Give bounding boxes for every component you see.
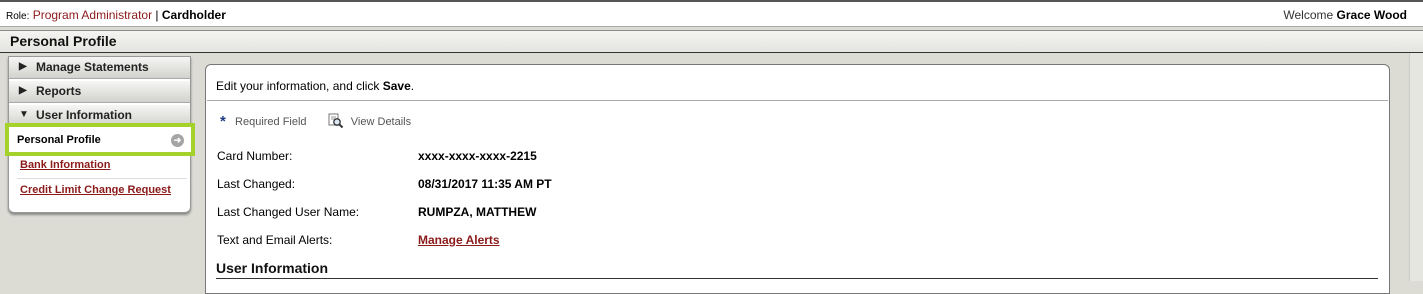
personal-profile-panel: Edit your information, and click Save. *… (205, 64, 1390, 294)
role-link-program-administrator[interactable]: Program Administrator (33, 8, 152, 22)
field-label: Last Changed User Name: (217, 205, 360, 219)
collapsed-arrow-icon: ▶ (19, 61, 27, 72)
sidebar-nav: ▶ Manage Statements ▶ Reports ▼ User Inf… (5, 56, 195, 213)
sidebar-section-reports[interactable]: ▶ Reports (9, 81, 190, 103)
field-label: Last Changed: (217, 177, 296, 191)
sidebar-section-label: Manage Statements (36, 60, 149, 74)
sidebar-item-credit-limit-change-request[interactable]: Credit Limit Change Request (20, 184, 171, 196)
divider (17, 178, 187, 179)
welcome-message: Welcome Grace Wood (1283, 8, 1407, 22)
sidebar-section-manage-statements[interactable]: ▶ Manage Statements (9, 57, 190, 79)
intro-suffix: . (410, 79, 415, 93)
manage-alerts-link[interactable]: Manage Alerts (418, 233, 500, 247)
magnifier-document-icon (328, 113, 343, 129)
welcome-label: Welcome (1283, 8, 1334, 22)
divider (216, 278, 1378, 279)
role-label: Role: (6, 11, 30, 22)
role-current: Cardholder (161, 8, 226, 22)
field-label: Text and Email Alerts: (217, 233, 333, 247)
role-separator: | (155, 8, 159, 22)
divider (207, 100, 1388, 101)
page-scrollbar[interactable] (1409, 53, 1423, 281)
field-value: xxxx-xxxx-xxxx-2215 (418, 149, 537, 163)
sidebar-item-personal-profile[interactable]: Personal Profile ➜ (5, 123, 195, 156)
go-arrow-icon: ➜ (171, 134, 184, 147)
field-label: Card Number: (217, 149, 293, 163)
page-title: Personal Profile (10, 33, 117, 49)
page-title-bar: Personal Profile (0, 30, 1423, 53)
intro-text: Edit your information, and click Save. (216, 79, 414, 93)
user-name: Grace Wood (1336, 8, 1407, 22)
required-field-label: Required Field (235, 116, 307, 128)
intro-prefix: Edit your information, and click (216, 79, 383, 93)
sidebar-item-bank-information[interactable]: Bank Information (20, 159, 110, 171)
sidebar-item-label: Personal Profile (17, 134, 101, 146)
field-value: 08/31/2017 11:35 AM PT (418, 177, 552, 191)
intro-save-word: Save (382, 79, 411, 93)
field-value: RUMPZA, MATTHEW (418, 205, 537, 219)
view-details-link[interactable]: View Details (351, 116, 411, 128)
form-legend: * Required Field View Details (220, 109, 411, 130)
collapsed-arrow-icon: ▶ (19, 85, 27, 96)
required-star-icon: * (220, 113, 226, 130)
top-bar: Role: Program Administrator | Cardholder… (0, 0, 1423, 27)
role-switcher: Role: Program Administrator | Cardholder (6, 8, 226, 22)
sidebar-section-label: Reports (36, 84, 82, 98)
sidebar-section-label: User Information (36, 108, 133, 122)
section-title-user-information: User Information (216, 260, 329, 276)
expanded-arrow-icon: ▼ (19, 109, 29, 120)
